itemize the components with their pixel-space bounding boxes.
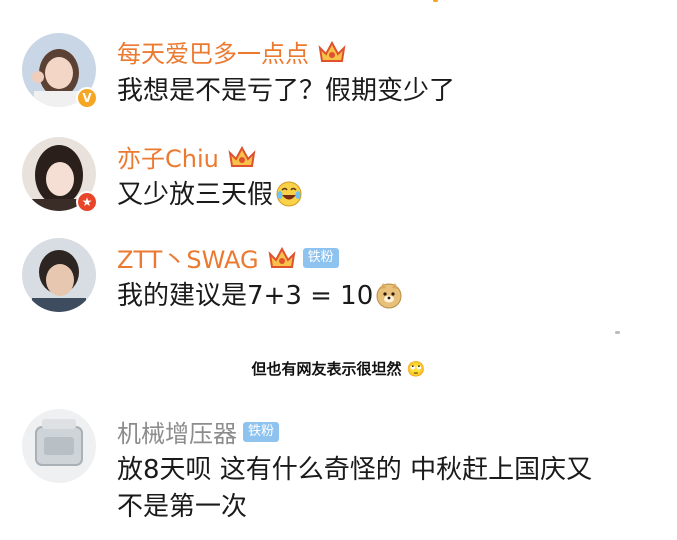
fan-level-tag: 铁粉 xyxy=(302,247,339,268)
comment-text-line-2: 不是第一次 xyxy=(117,492,248,522)
comment-username[interactable]: 每天爱巴多一点点 xyxy=(117,34,347,69)
avatar[interactable]: ★ xyxy=(22,137,98,213)
comment-username[interactable]: 机械增压器 铁粉 xyxy=(117,414,280,449)
avatar-image xyxy=(22,238,96,312)
fan-level-tag: 铁粉 xyxy=(243,421,280,442)
article-caption: 但也有网友表示很坦然 🙄 xyxy=(251,360,426,378)
comment-text-line-1: 放8天呗 这有什么奇怪的 中秋赶上国庆又 xyxy=(117,455,593,485)
avatar-image xyxy=(22,409,96,483)
comment-username[interactable]: ZTT丶SWAG 铁粉 xyxy=(117,240,339,275)
comment-text: 我的建议是7+3 = 10 xyxy=(117,276,403,317)
avatar[interactable]: V xyxy=(22,33,98,109)
comment-username[interactable]: 亦子Chiu xyxy=(117,139,257,174)
crown-vip-icon xyxy=(268,246,296,268)
star-badge-icon: ★ xyxy=(76,191,98,213)
verified-v-icon: V xyxy=(76,87,98,109)
crown-vip-icon xyxy=(318,40,346,62)
divider-mark xyxy=(615,331,620,334)
avatar[interactable] xyxy=(22,238,96,312)
comment-text: 又少放三天假 xyxy=(117,175,303,216)
doge-emoji-icon xyxy=(376,283,402,309)
top-divider-mark xyxy=(433,0,438,2)
crown-vip-icon xyxy=(228,145,256,167)
laughing-crying-emoji-icon xyxy=(276,181,302,207)
comment-text: 我想是不是亏了？假期变少了 xyxy=(117,76,456,106)
avatar[interactable] xyxy=(22,409,96,483)
